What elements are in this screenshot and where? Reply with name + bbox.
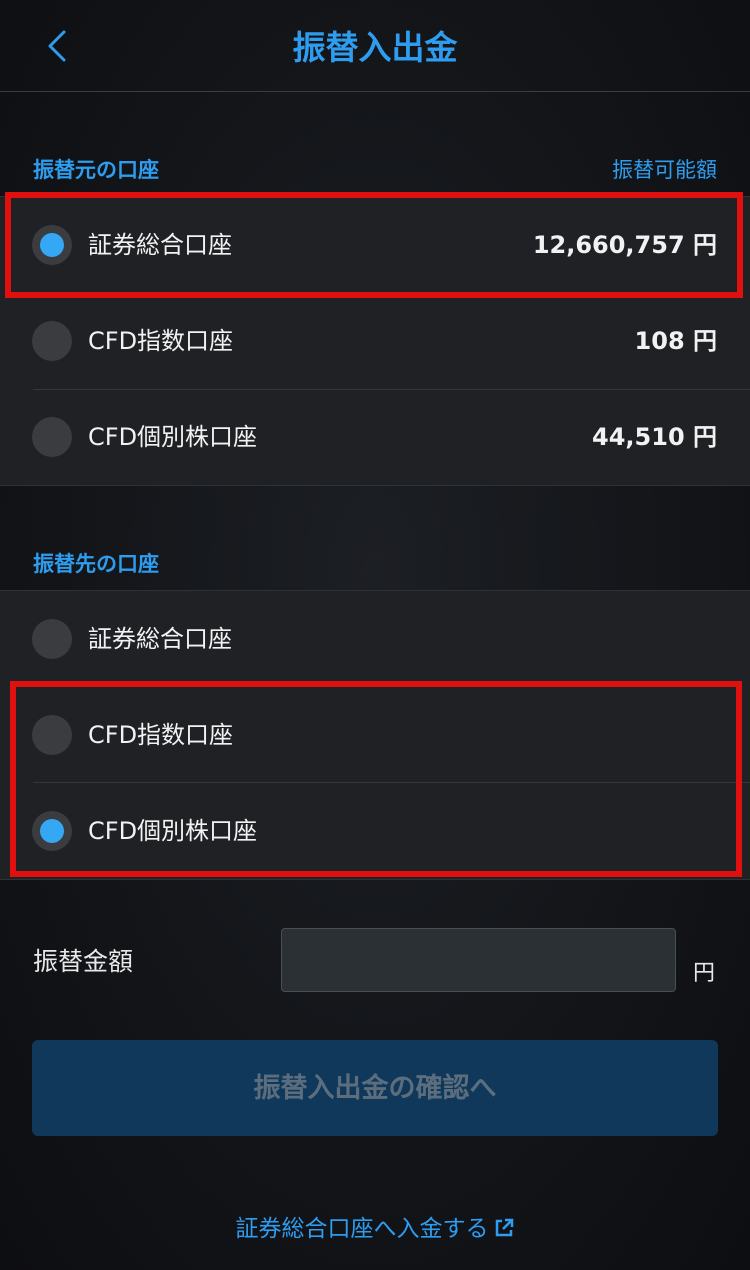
destination-account-cfd-stock[interactable]: CFD個別株口座 <box>0 783 750 879</box>
account-label: 証券総合口座 <box>88 625 232 653</box>
radio-button-selected[interactable] <box>32 225 72 265</box>
app-header: 振替入出金 <box>0 0 750 92</box>
external-link-icon <box>495 1218 513 1237</box>
source-section-heading: 振替元の口座 <box>33 158 159 182</box>
amount-input[interactable] <box>281 928 676 992</box>
account-balance: 12,660,757 円 <box>532 231 717 259</box>
destination-account-list: 証券総合口座 CFD指数口座 CFD個別株口座 <box>0 590 750 880</box>
amount-label: 振替金額 <box>33 947 134 976</box>
source-account-cfd-stock[interactable]: CFD個別株口座 44,510 円 <box>0 389 750 485</box>
account-label: CFD指数口座 <box>88 721 234 749</box>
account-balance: 44,510 円 <box>592 423 717 451</box>
source-account-securities[interactable]: 証券総合口座 12,660,757 円 <box>0 197 750 293</box>
source-account-cfd-index[interactable]: CFD指数口座 108 円 <box>0 293 750 390</box>
page-title: 振替入出金 <box>292 28 458 67</box>
account-balance: 108 円 <box>634 327 717 355</box>
radio-button[interactable] <box>32 715 72 755</box>
radio-button-selected[interactable] <box>32 811 72 851</box>
deposit-link[interactable]: 証券総合口座へ入金する <box>0 1212 750 1246</box>
radio-button[interactable] <box>32 417 72 457</box>
deposit-link-label: 証券総合口座へ入金する <box>235 1216 489 1242</box>
account-label: CFD個別株口座 <box>88 423 258 451</box>
source-account-list: 証券総合口座 12,660,757 円 CFD指数口座 108 円 CFD個別株… <box>0 196 750 486</box>
destination-account-cfd-index[interactable]: CFD指数口座 <box>0 687 750 783</box>
destination-account-securities[interactable]: 証券総合口座 <box>0 591 750 687</box>
account-label: CFD指数口座 <box>88 327 234 355</box>
confirm-transfer-button[interactable]: 振替入出金の確認へ <box>32 1040 718 1136</box>
account-label: CFD個別株口座 <box>88 817 258 845</box>
radio-button[interactable] <box>32 619 72 659</box>
available-amount-heading: 振替可能額 <box>612 158 717 182</box>
radio-button[interactable] <box>32 321 72 361</box>
amount-unit: 円 <box>693 961 716 986</box>
destination-section-heading: 振替先の口座 <box>33 552 159 576</box>
account-label: 証券総合口座 <box>88 231 232 259</box>
